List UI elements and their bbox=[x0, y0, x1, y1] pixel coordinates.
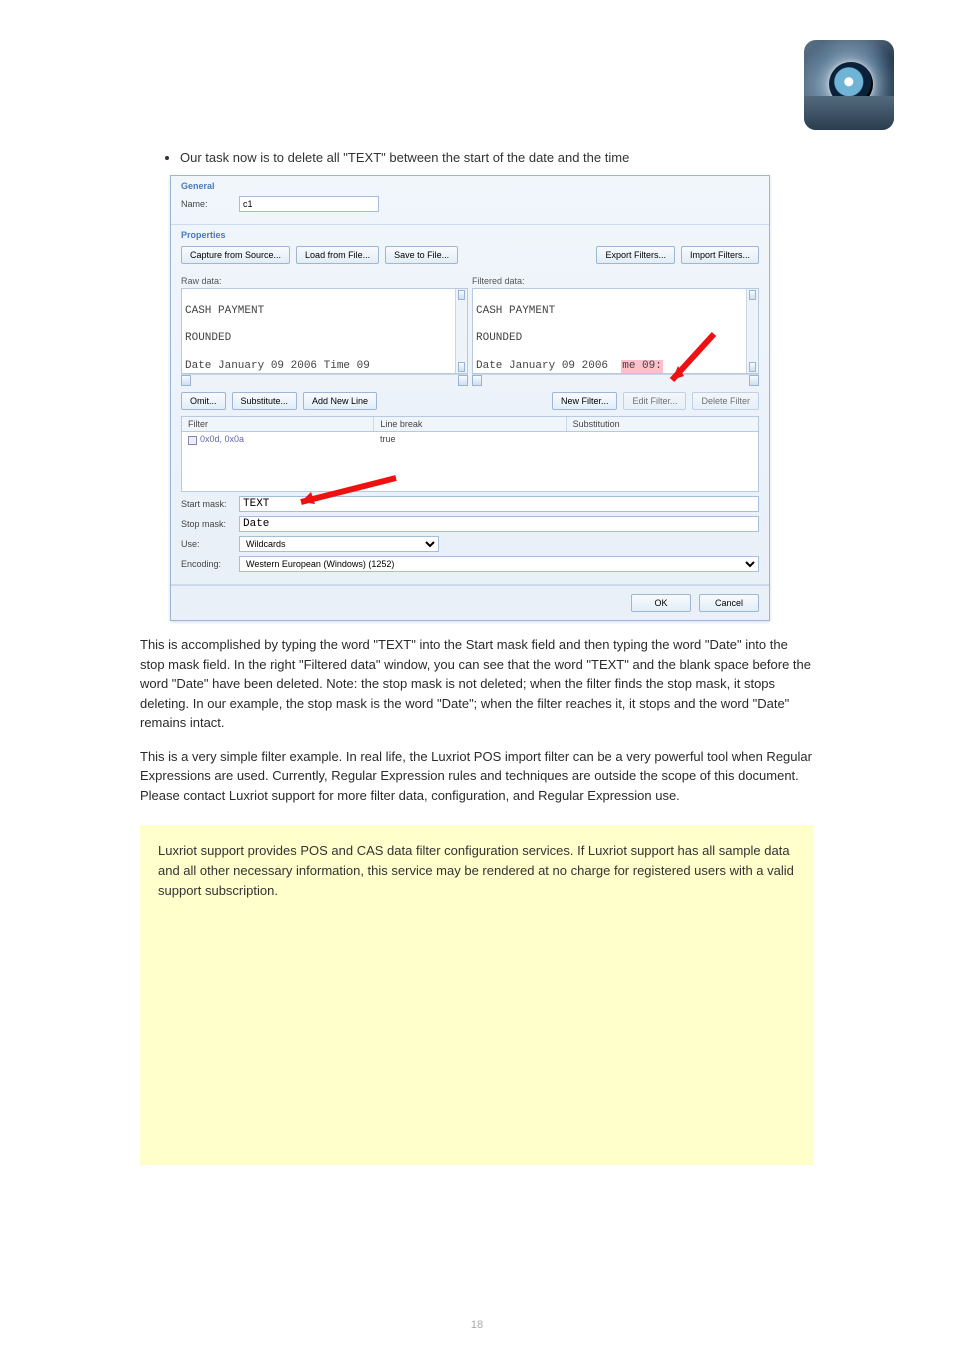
substitute-button[interactable]: Substitute... bbox=[232, 392, 298, 410]
stop-mask-input[interactable] bbox=[239, 516, 759, 532]
encoding-label: Encoding: bbox=[181, 559, 233, 569]
import-filters-button[interactable]: Import Filters... bbox=[681, 246, 759, 264]
stop-mask-label: Stop mask: bbox=[181, 519, 233, 529]
export-filters-button[interactable]: Export Filters... bbox=[596, 246, 675, 264]
table-row: 0x0d, 0x0a bbox=[182, 434, 374, 491]
linebreak-value-cell: true bbox=[380, 434, 396, 444]
start-mask-input[interactable] bbox=[239, 496, 759, 512]
col-substitution: Substitution bbox=[567, 417, 758, 431]
save-to-file-button[interactable]: Save to File... bbox=[385, 246, 458, 264]
add-new-line-button[interactable]: Add New Line bbox=[303, 392, 377, 410]
name-input[interactable] bbox=[239, 196, 379, 212]
new-filter-button[interactable]: New Filter... bbox=[552, 392, 618, 410]
raw-data-label: Raw data: bbox=[181, 276, 468, 286]
use-label: Use: bbox=[181, 539, 233, 549]
filtered-scrollbar-v[interactable] bbox=[746, 289, 758, 373]
support-callout: Luxriot support provides POS and CAS dat… bbox=[140, 825, 814, 1165]
wolf-muzzle bbox=[804, 96, 894, 130]
col-linebreak: Line break bbox=[374, 417, 566, 431]
filtered-data-label: Filtered data: bbox=[472, 276, 759, 286]
raw-data-box: CASH PAYMENT ROUNDED Date January 09 200… bbox=[181, 288, 468, 374]
page-number: 18 bbox=[0, 1319, 954, 1331]
edit-filter-button[interactable]: Edit Filter... bbox=[623, 392, 686, 410]
raw-scrollbar-v[interactable] bbox=[455, 289, 467, 373]
start-mask-label: Start mask: bbox=[181, 499, 233, 509]
filtered-scrollbar-h[interactable] bbox=[472, 374, 759, 386]
ok-button[interactable]: OK bbox=[631, 594, 691, 612]
row-marker-icon bbox=[188, 436, 197, 445]
capture-from-source-button[interactable]: Capture from Source... bbox=[181, 246, 290, 264]
paragraph-2: This is a very simple filter example. In… bbox=[140, 747, 814, 806]
raw-scrollbar-h[interactable] bbox=[181, 374, 468, 386]
cancel-button[interactable]: Cancel bbox=[699, 594, 759, 612]
use-select[interactable]: Wildcards bbox=[239, 536, 439, 552]
intro-bullet: Our task now is to delete all "TEXT" bet… bbox=[180, 150, 894, 165]
name-label: Name: bbox=[181, 199, 233, 209]
col-filter: Filter bbox=[182, 417, 374, 431]
delete-filter-button[interactable]: Delete Filter bbox=[692, 392, 759, 410]
paragraph-1: This is accomplished by typing the word … bbox=[140, 635, 814, 733]
filter-table-body[interactable]: 0x0d, 0x0a true bbox=[181, 432, 759, 492]
encoding-select[interactable]: Western European (Windows) (1252) bbox=[239, 556, 759, 572]
load-from-file-button[interactable]: Load from File... bbox=[296, 246, 379, 264]
intro-bullet-list: Our task now is to delete all "TEXT" bet… bbox=[140, 150, 894, 165]
section-general-title: General bbox=[181, 181, 759, 191]
highlight-token: me 09: bbox=[621, 360, 663, 374]
filter-table-header: Filter Line break Substitution bbox=[181, 416, 759, 432]
brand-logo bbox=[804, 40, 894, 130]
section-properties-title: Properties bbox=[181, 230, 759, 240]
filtered-data-box: CASH PAYMENT ROUNDED Date January 09 200… bbox=[472, 288, 759, 374]
omit-button[interactable]: Omit... bbox=[181, 392, 226, 410]
filter-config-dialog: General Name: Properties Capture from So… bbox=[170, 175, 770, 621]
filter-value-cell: 0x0d, 0x0a bbox=[200, 434, 244, 444]
